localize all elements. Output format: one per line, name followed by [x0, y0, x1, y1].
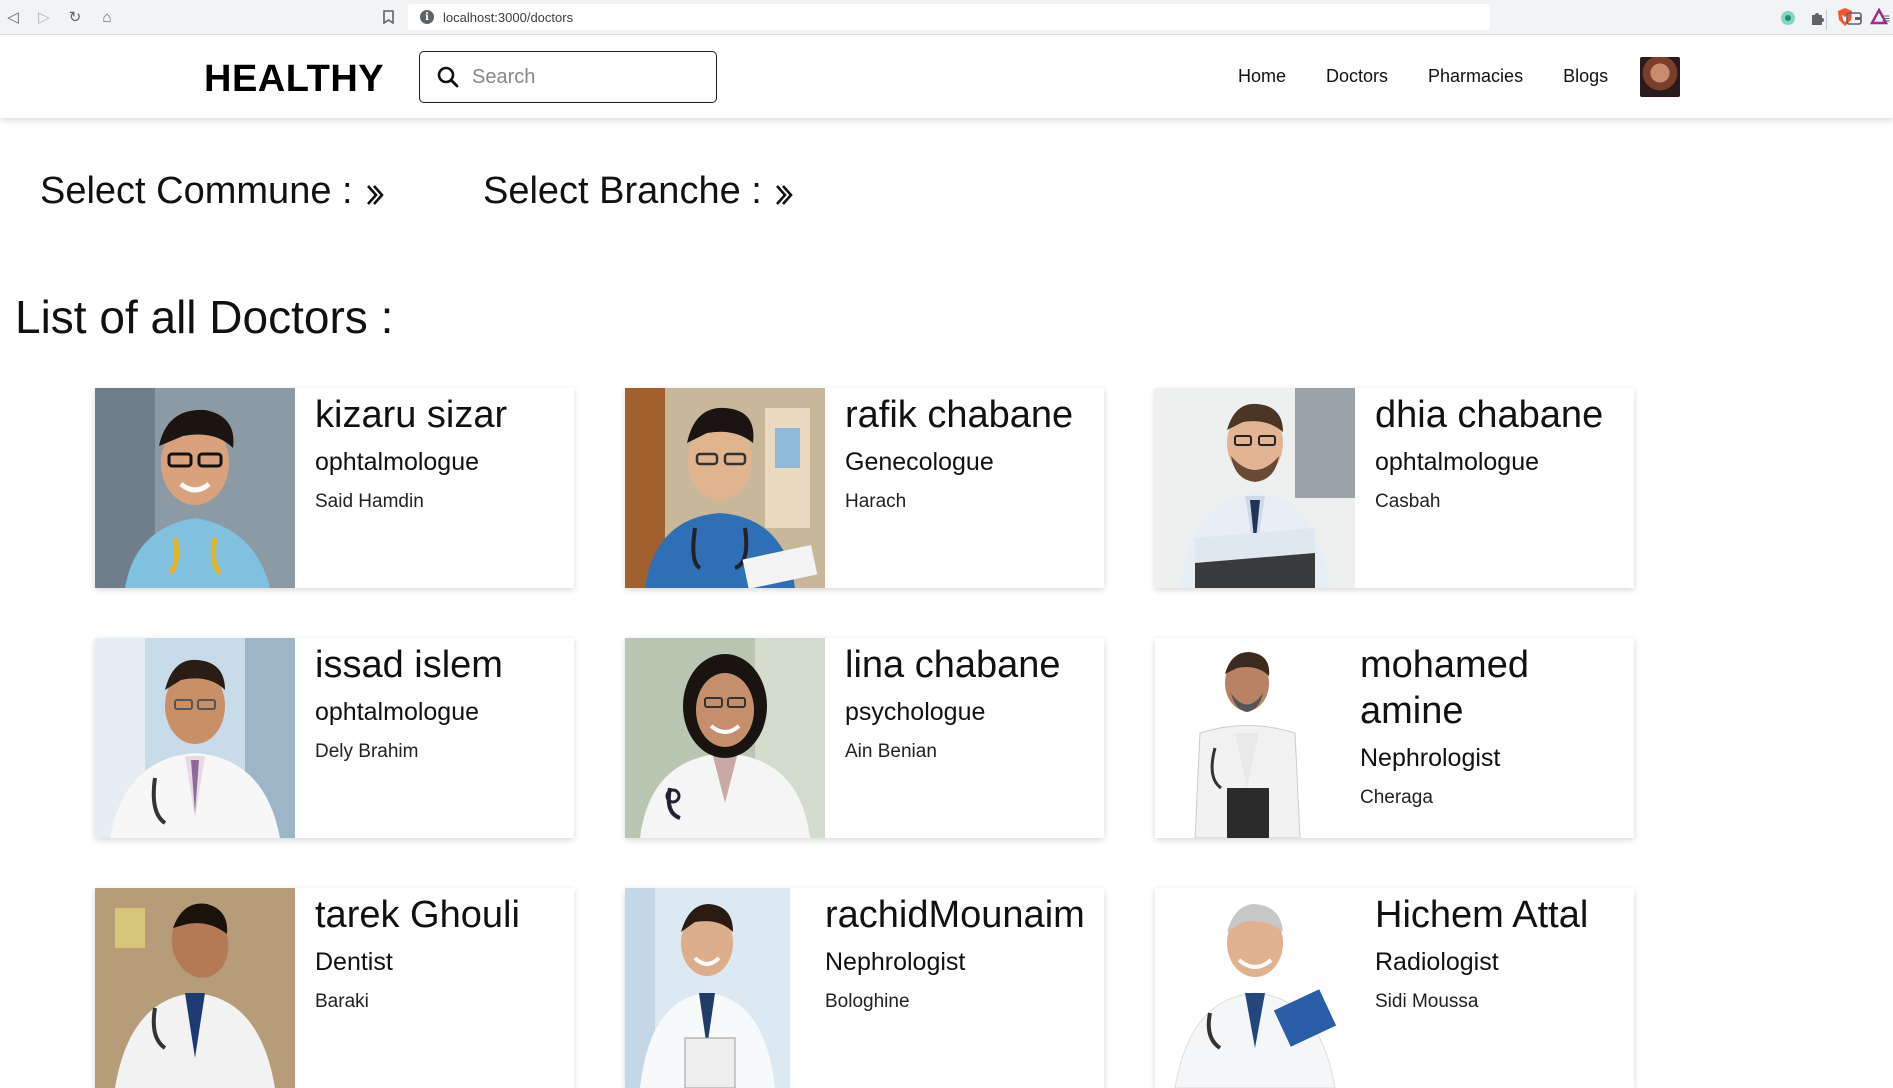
doctor-photo	[95, 888, 295, 1088]
doctor-info: issad islem ophtalmologue Dely Brahim	[315, 638, 564, 763]
search-input[interactable]	[472, 65, 702, 89]
doctor-info: lina chabane psychologue Ain Benian	[845, 638, 1094, 763]
reload-icon[interactable]: ↻	[64, 6, 86, 28]
doctor-card[interactable]: Hichem Attal Radiologist Sidi Moussa	[1155, 888, 1634, 1088]
doctor-info: dhia chabane ophtalmologue Casbah	[1375, 388, 1624, 513]
doctor-info: tarek Ghouli Dentist Baraki	[315, 888, 564, 1013]
doctor-card[interactable]: dhia chabane ophtalmologue Casbah	[1155, 388, 1634, 588]
doctor-branch: ophtalmologue	[315, 698, 480, 726]
doctor-commune: Cheraga	[1360, 787, 1433, 808]
main-nav: Home Doctors Pharmacies Blogs	[1238, 66, 1608, 87]
doctor-card[interactable]: lina chabane psychologue Ain Benian	[625, 638, 1104, 838]
doctor-photo	[1155, 388, 1355, 588]
doctor-photo	[625, 638, 825, 838]
doctor-card[interactable]: rafik chabane Genecologue Harach	[625, 388, 1104, 588]
select-commune[interactable]: Select Commune :	[40, 170, 385, 213]
search-box[interactable]	[419, 51, 717, 103]
doctor-card[interactable]: issad islem ophtalmologue Dely Brahim	[95, 638, 574, 838]
browser-toolbar: ◁ ▷ ↻ ⌂ i localhost:3000/doctors ≡	[0, 0, 1893, 35]
select-branche-label: Select Branche :	[483, 170, 762, 212]
select-branche[interactable]: Select Branche :	[483, 170, 794, 213]
doctor-info: kizaru sizar ophtalmologue Said Hamdin	[315, 388, 564, 513]
doctor-name: mohamed amine	[1360, 644, 1529, 732]
address-bar[interactable]: i localhost:3000/doctors	[408, 4, 1888, 30]
doctor-photo	[95, 638, 295, 838]
chevron-right-icon	[775, 184, 793, 205]
wallet-icon[interactable]	[1844, 8, 1864, 28]
doctor-branch: Nephrologist	[825, 948, 966, 976]
doctor-info: rachidMounaim Nephrologist Bologhine	[825, 888, 1094, 1013]
app-header: HEALTHY Home Doctors Pharmacies Blogs	[0, 36, 1893, 118]
nav-blogs[interactable]: Blogs	[1563, 66, 1608, 87]
back-icon[interactable]: ◁	[2, 6, 24, 28]
doctor-commune: Harach	[845, 491, 907, 512]
forward-icon[interactable]: ▷	[33, 6, 55, 28]
chevron-right-icon	[366, 184, 384, 205]
url-text: localhost:3000/doctors	[443, 9, 574, 25]
page-title: List of all Doctors :	[15, 291, 394, 343]
doctor-info: mohamed amine Nephrologist Cheraga	[1360, 638, 1624, 809]
extensions-puzzle-icon[interactable]	[1808, 8, 1828, 28]
nav-doctors[interactable]: Doctors	[1326, 66, 1388, 87]
extension-globe-icon[interactable]	[1778, 8, 1798, 28]
doctor-info: Hichem Attal Radiologist Sidi Moussa	[1375, 888, 1624, 1013]
doctor-branch: Genecologue	[845, 448, 994, 476]
doctor-branch: ophtalmologue	[1375, 448, 1540, 476]
doctor-card[interactable]: rachidMounaim Nephrologist Bologhine	[625, 888, 1104, 1088]
doctor-commune: Said Hamdin	[315, 491, 424, 512]
doctor-name: kizaru sizar	[315, 394, 508, 436]
search-icon	[437, 66, 459, 88]
site-info-icon[interactable]: i	[420, 10, 434, 24]
menu-icon[interactable]: ≡	[1876, 8, 1893, 28]
doctor-card[interactable]: tarek Ghouli Dentist Baraki	[95, 888, 574, 1088]
doctor-name: lina chabane	[845, 644, 1061, 686]
bookmark-icon[interactable]	[377, 6, 399, 28]
doctor-photo	[625, 388, 825, 588]
nav-pharmacies[interactable]: Pharmacies	[1428, 66, 1523, 87]
doctor-branch: Dentist	[315, 948, 393, 976]
doctor-commune: Ain Benian	[845, 741, 937, 762]
doctor-commune: Dely Brahim	[315, 741, 419, 762]
doctor-card[interactable]: kizaru sizar ophtalmologue Said Hamdin	[95, 388, 574, 588]
doctor-card[interactable]: mohamed amine Nephrologist Cheraga	[1155, 638, 1634, 838]
doctor-name: tarek Ghouli	[315, 894, 520, 936]
home-icon[interactable]: ⌂	[96, 6, 118, 28]
doctor-branch: Nephrologist	[1360, 744, 1501, 772]
doctor-commune: Casbah	[1375, 491, 1441, 512]
doctor-branch: psychologue	[845, 698, 986, 726]
doctor-photo	[625, 888, 790, 1088]
select-commune-label: Select Commune :	[40, 170, 353, 212]
logo[interactable]: HEALTHY	[204, 58, 384, 101]
nav-home[interactable]: Home	[1238, 66, 1286, 87]
doctor-name: issad islem	[315, 644, 503, 686]
doctor-photo	[1155, 888, 1355, 1088]
doctor-photo	[1155, 638, 1340, 838]
doctor-info: rafik chabane Genecologue Harach	[845, 388, 1094, 513]
doctor-branch: ophtalmologue	[315, 448, 480, 476]
doctor-branch: Radiologist	[1375, 948, 1499, 976]
avatar[interactable]	[1640, 57, 1680, 97]
doctor-name: Hichem Attal	[1375, 894, 1589, 936]
doctor-name: rachidMounaim	[825, 894, 1085, 936]
doctor-photo	[95, 388, 295, 588]
doctor-name: rafik chabane	[845, 394, 1074, 436]
doctor-name: dhia chabane	[1375, 394, 1604, 436]
